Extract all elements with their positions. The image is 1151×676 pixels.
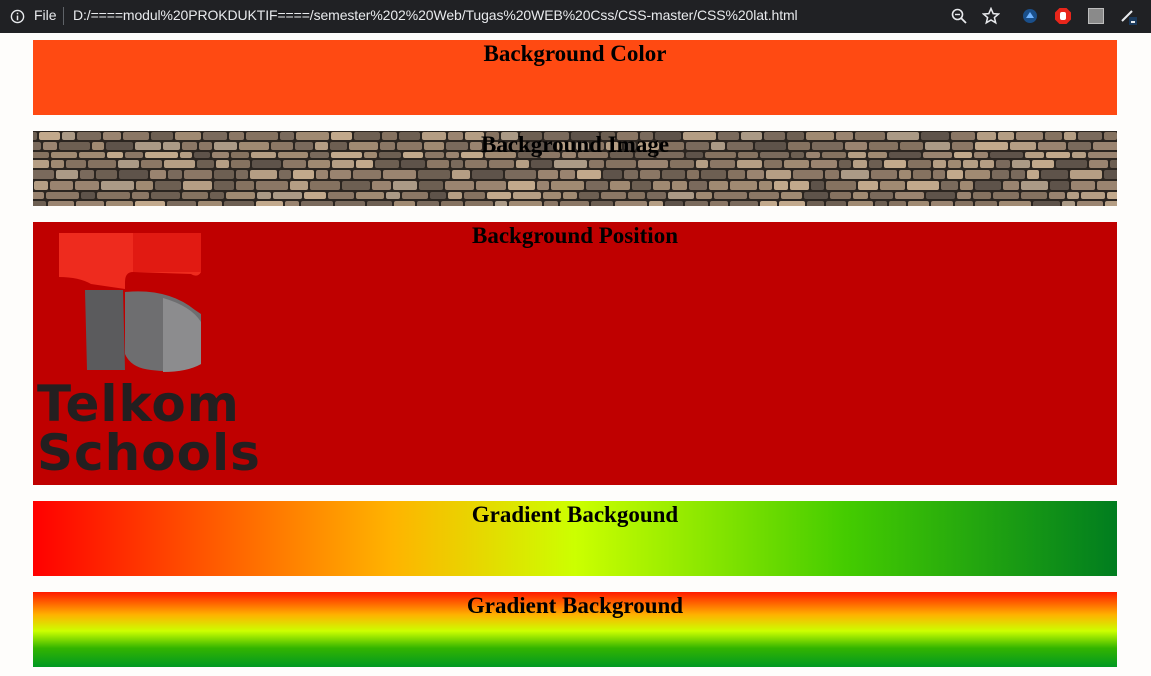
address-separator: [63, 7, 64, 25]
gradient-horizontal-heading: Gradient Backgound: [471, 502, 679, 527]
star-icon[interactable]: [982, 7, 1000, 25]
info-icon[interactable]: [10, 9, 25, 24]
background-position-section: Telkom Schools Background Position: [33, 222, 1117, 485]
logo-text-schools: Schools: [37, 424, 261, 482]
gradient-horizontal-section: Gradient Backgound: [33, 501, 1117, 576]
extension-icon[interactable]: [1021, 7, 1039, 25]
extension-square-icon[interactable]: [1087, 7, 1105, 25]
background-image-heading: Background Image: [480, 132, 670, 157]
zoom-icon[interactable]: [950, 7, 968, 25]
adblock-icon[interactable]: [1054, 7, 1072, 25]
background-position-heading: Background Position: [472, 223, 678, 248]
address-bar[interactable]: D:/====modul%20PROKDUKTIF====/semester%2…: [73, 7, 798, 23]
file-scheme-label[interactable]: File: [34, 7, 57, 23]
pen-icon[interactable]: [1119, 7, 1137, 25]
background-image-section: Background Image: [33, 131, 1117, 206]
background-color-heading: Background Color: [483, 41, 667, 66]
logo-text-telkom: Telkom: [37, 375, 240, 433]
gradient-vertical-heading: Gradient Background: [466, 593, 684, 618]
browser-toolbar: File D:/====modul%20PROKDUKTIF====/semes…: [0, 0, 1151, 33]
gradient-vertical-section: Gradient Background: [33, 592, 1117, 667]
background-color-section: Background Color: [33, 40, 1117, 115]
